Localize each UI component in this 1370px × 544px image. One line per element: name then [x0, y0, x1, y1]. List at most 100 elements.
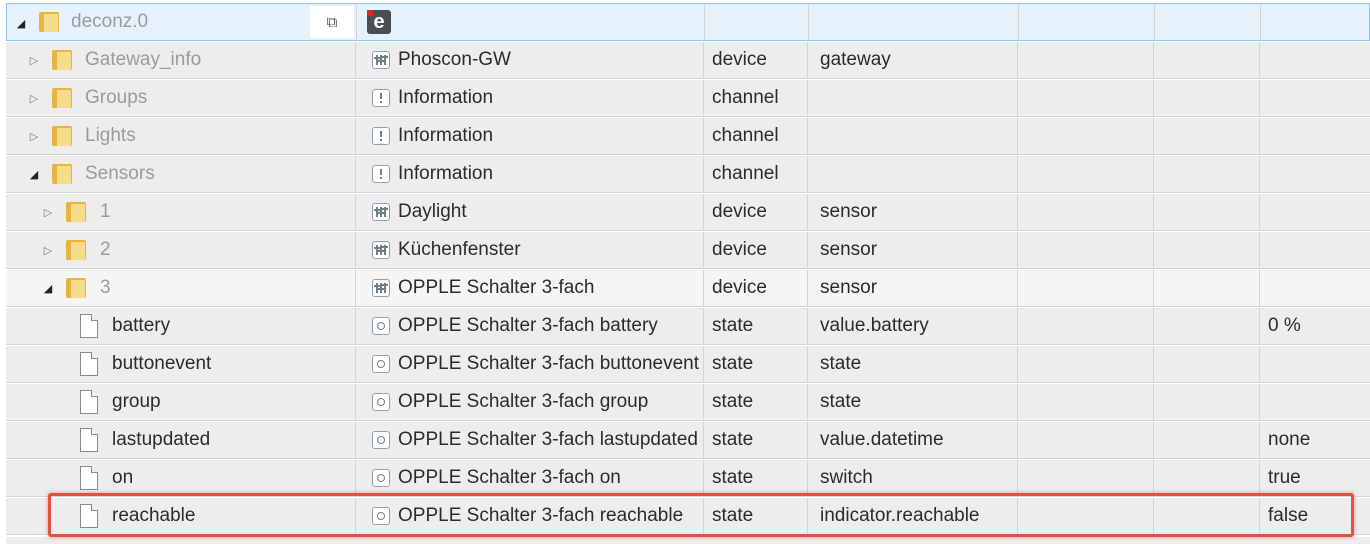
- copy-icon[interactable]: ⧉: [310, 6, 354, 38]
- object-value[interactable]: 0 %: [1260, 315, 1301, 337]
- channel-icon: [372, 127, 390, 145]
- device-icon: [372, 241, 390, 259]
- object-type: state: [712, 467, 754, 488]
- state-icon: [372, 507, 390, 525]
- collapse-toggle-icon[interactable]: ◢: [28, 168, 40, 181]
- object-name: OPPLE Schalter 3-fach on: [398, 467, 621, 488]
- name-cell: e: [357, 4, 705, 40]
- object-type: state: [712, 505, 754, 526]
- tree-row[interactable]: lastupdated OPPLE Schalter 3-fach lastup…: [6, 422, 1370, 459]
- object-name: OPPLE Schalter 3-fach: [398, 277, 595, 298]
- object-id: lastupdated: [112, 429, 211, 450]
- object-type: state: [712, 391, 754, 412]
- folder-icon: [39, 10, 59, 32]
- tree-row-reachable[interactable]: reachable OPPLE Schalter 3-fach reachabl…: [6, 498, 1370, 535]
- object-value[interactable]: none: [1260, 429, 1310, 451]
- object-name: OPPLE Schalter 3-fach lastupdated: [398, 429, 698, 450]
- tree-row[interactable]: battery OPPLE Schalter 3-fach battery st…: [6, 308, 1370, 345]
- id-cell: ◢ deconz.0 ⧉: [7, 4, 357, 40]
- object-role: switch: [820, 467, 873, 488]
- collapse-toggle-icon[interactable]: ◢: [42, 282, 54, 295]
- object-type: state: [712, 429, 754, 450]
- object-type: state: [712, 315, 754, 336]
- state-icon: [372, 317, 390, 335]
- object-id: reachable: [112, 505, 196, 526]
- object-name: Phoscon-GW: [398, 49, 511, 70]
- folder-icon: [66, 238, 86, 260]
- object-id: Sensors: [85, 163, 155, 184]
- object-value[interactable]: false: [1260, 505, 1308, 527]
- tree-row[interactable]: ▷ 1 Daylight device sensor: [6, 194, 1370, 231]
- object-id: Gateway_info: [85, 49, 202, 70]
- adapter-label: deconz.0: [71, 11, 149, 32]
- object-id: on: [112, 467, 134, 488]
- object-role: value.datetime: [820, 429, 944, 450]
- device-icon: [372, 51, 390, 69]
- file-icon: [80, 352, 98, 376]
- object-role: sensor: [820, 239, 878, 260]
- device-icon: [372, 279, 390, 297]
- object-type: device: [712, 239, 767, 260]
- tree-row[interactable]: ▷ Gateway_info Phoscon-GW device gateway: [6, 42, 1370, 79]
- object-role: indicator.reachable: [820, 505, 980, 526]
- expand-toggle-icon[interactable]: ▷: [42, 206, 54, 219]
- object-name: OPPLE Schalter 3-fach battery: [398, 315, 658, 336]
- channel-icon: [372, 165, 390, 183]
- tree-row[interactable]: on OPPLE Schalter 3-fach on state switch…: [6, 460, 1370, 497]
- file-icon: [80, 390, 98, 414]
- device-icon: [372, 203, 390, 221]
- collapse-toggle-icon[interactable]: ◢: [15, 17, 27, 30]
- state-icon: [372, 431, 390, 449]
- state-icon: [372, 355, 390, 373]
- object-value[interactable]: true: [1260, 467, 1301, 489]
- tree-row[interactable]: buttonevent OPPLE Schalter 3-fach button…: [6, 346, 1370, 383]
- object-id: 3: [100, 277, 111, 298]
- object-type: channel: [712, 163, 779, 184]
- file-icon: [80, 466, 98, 490]
- object-id: Groups: [85, 87, 148, 108]
- file-icon: [80, 504, 98, 528]
- object-name: OPPLE Schalter 3-fach reachable: [398, 505, 684, 526]
- object-id: 1: [100, 201, 111, 222]
- folder-icon: [52, 48, 72, 70]
- object-role: sensor: [820, 201, 878, 222]
- tree-row-adapter[interactable]: ◢ deconz.0 ⧉ e: [6, 3, 1370, 41]
- tree-row[interactable]: group OPPLE Schalter 3-fach group state …: [6, 384, 1370, 421]
- tree-row-selected[interactable]: ◢ 3 OPPLE Schalter 3-fach device sensor: [6, 270, 1370, 307]
- folder-icon: [66, 276, 86, 298]
- object-type: channel: [712, 87, 779, 108]
- folder-icon: [52, 86, 72, 108]
- object-id: 2: [100, 239, 111, 260]
- object-role: sensor: [820, 277, 878, 298]
- tree-row[interactable]: ◢ Sensors Information channel: [6, 156, 1370, 193]
- next-row-partial: [6, 537, 1370, 544]
- folder-icon: [52, 124, 72, 146]
- object-name: OPPLE Schalter 3-fach buttonevent: [398, 353, 700, 374]
- expand-toggle-icon[interactable]: ▷: [42, 244, 54, 257]
- object-role: state: [820, 391, 862, 412]
- object-name: Information: [398, 125, 494, 146]
- expand-toggle-icon[interactable]: ▷: [28, 92, 40, 105]
- tree-row[interactable]: ▷ 2 Küchenfenster device sensor: [6, 232, 1370, 269]
- object-name: OPPLE Schalter 3-fach group: [398, 391, 649, 412]
- object-name: Daylight: [398, 201, 467, 222]
- tree-row[interactable]: ▷ Groups Information channel: [6, 80, 1370, 117]
- object-type: channel: [712, 125, 779, 146]
- tree-row[interactable]: ▷ Lights Information channel: [6, 118, 1370, 155]
- expand-toggle-icon[interactable]: ▷: [28, 130, 40, 143]
- object-name: Information: [398, 87, 494, 108]
- object-id: buttonevent: [112, 353, 212, 374]
- object-id: Lights: [85, 125, 136, 146]
- object-role: value.battery: [820, 315, 929, 336]
- object-type: device: [712, 49, 767, 70]
- expand-toggle-icon[interactable]: ▷: [28, 54, 40, 67]
- object-role: gateway: [820, 49, 891, 70]
- file-icon: [80, 428, 98, 452]
- object-type: device: [712, 201, 767, 222]
- folder-icon: [52, 162, 72, 184]
- object-name: Küchenfenster: [398, 239, 521, 260]
- object-id: group: [112, 391, 161, 412]
- channel-icon: [372, 89, 390, 107]
- object-id: battery: [112, 315, 171, 336]
- file-icon: [80, 314, 98, 338]
